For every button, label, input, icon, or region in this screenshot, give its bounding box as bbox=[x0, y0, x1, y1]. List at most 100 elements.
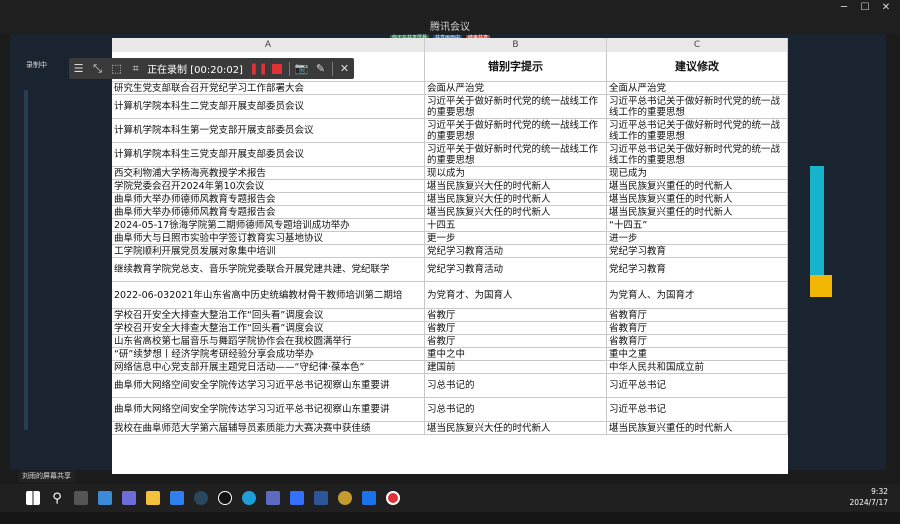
menu-icon[interactable]: ☰ bbox=[69, 58, 88, 79]
cell-typo-hint[interactable]: 习总书记的 bbox=[425, 374, 607, 397]
stop-icon[interactable] bbox=[268, 58, 287, 79]
cell-news-title[interactable]: 网络信息中心党支部开展主题党日活动——“守纪律·葆本色” bbox=[112, 361, 425, 373]
widgets-icon[interactable] bbox=[94, 487, 116, 509]
cell-typo-hint[interactable]: 省教厅 bbox=[425, 309, 607, 321]
region-icon[interactable]: ⬚ bbox=[107, 58, 126, 79]
cell-news-title[interactable]: 计算机学院本科生第一党支部开展支部委员会议 bbox=[112, 119, 425, 142]
cell-typo-hint[interactable]: 堪当民族复兴大任的时代新人 bbox=[425, 180, 607, 192]
pin-app-icon[interactable] bbox=[166, 487, 188, 509]
cell-typo-hint[interactable]: 习近平关于做好新时代党的统一战线工作的重要思想 bbox=[425, 95, 607, 118]
cell-news-title[interactable]: 曲阜师大网络空间安全学院传达学习习近平总书记视察山东重要讲 bbox=[112, 398, 425, 421]
cell-suggestion[interactable]: 重中之重 bbox=[607, 348, 788, 360]
column-c-header[interactable]: C bbox=[607, 38, 788, 52]
cell-suggestion[interactable]: 党纪学习教育 bbox=[607, 258, 788, 281]
cell-typo-hint[interactable]: 省教厅 bbox=[425, 322, 607, 334]
cell-suggestion[interactable]: 为党育人、为国育才 bbox=[607, 282, 788, 308]
cell-news-title[interactable]: 计算机学院本科生二党支部开展支部委员会议 bbox=[112, 95, 425, 118]
table-row: 曲阜师大举办师德师风教育专题报告会 堪当民族复兴大任的时代新人 堪当民族复兴重任的时… bbox=[112, 206, 788, 219]
bottom-strip bbox=[0, 512, 900, 524]
camera-icon[interactable]: 📷 bbox=[292, 58, 311, 79]
cell-typo-hint[interactable]: 现以成为 bbox=[425, 167, 607, 179]
cell-suggestion[interactable]: 习近平总书记 bbox=[607, 374, 788, 397]
tencent-meeting-icon[interactable] bbox=[358, 487, 380, 509]
cell-news-title[interactable]: 曲阜师大网络空间安全学院传达学习习近平总书记视察山东重要讲 bbox=[112, 374, 425, 397]
column-a-header[interactable]: A bbox=[112, 38, 425, 52]
crop-icon[interactable]: ⌗ bbox=[126, 58, 145, 79]
cell-suggestion[interactable]: 习近平总书记关于做好新时代党的统一战线工作的重要思想 bbox=[607, 95, 788, 118]
cell-news-title[interactable]: 西交利物浦大学杨海亮教授学术报告 bbox=[112, 167, 425, 179]
edge-icon[interactable] bbox=[238, 487, 260, 509]
pen-app-icon[interactable] bbox=[334, 487, 356, 509]
cell-typo-hint[interactable]: 会面从严治党 bbox=[425, 82, 607, 94]
cell-suggestion[interactable]: “十四五” bbox=[607, 219, 788, 231]
cell-typo-hint[interactable]: 省教厅 bbox=[425, 335, 607, 347]
cell-news-title[interactable]: 曲阜师大与日照市实验中学签订教育实习基地协议 bbox=[112, 232, 425, 244]
record-app-icon[interactable] bbox=[382, 487, 404, 509]
cell-typo-hint[interactable]: 习近平关于做好新时代党的统一战线工作的重要思想 bbox=[425, 143, 607, 166]
cell-suggestion[interactable]: 习近平总书记关于做好新时代党的统一战线工作的重要思想 bbox=[607, 119, 788, 142]
minimize-icon[interactable]: ─ bbox=[834, 1, 854, 15]
cell-suggestion[interactable]: 习近平总书记 bbox=[607, 398, 788, 421]
cell-news-title[interactable]: 曲阜师大举办师德师风教育专题报告会 bbox=[112, 193, 425, 205]
cell-typo-hint[interactable]: 重中之中 bbox=[425, 348, 607, 360]
cell-suggestion[interactable]: 现已成为 bbox=[607, 167, 788, 179]
file-explorer-icon[interactable] bbox=[142, 487, 164, 509]
task-view-icon[interactable] bbox=[70, 487, 92, 509]
close-recorder-icon[interactable]: ✕ bbox=[335, 58, 354, 79]
cell-news-title[interactable]: 工学院顺利开展党员发展对象集中培训 bbox=[112, 245, 425, 257]
cell-news-title[interactable]: 继续教育学院党总支、音乐学院党委联合开展党建共建、党纪联学 bbox=[112, 258, 425, 281]
cell-suggestion[interactable]: 堪当民族复兴重任的时代新人 bbox=[607, 206, 788, 218]
cell-suggestion[interactable]: 省教育厅 bbox=[607, 322, 788, 334]
cell-suggestion[interactable]: 全面从严治党 bbox=[607, 82, 788, 94]
app-icon[interactable] bbox=[262, 487, 284, 509]
cell-typo-hint[interactable]: 十四五 bbox=[425, 219, 607, 231]
system-clock[interactable]: 9:32 2024/7/17 bbox=[850, 486, 888, 508]
cell-typo-hint[interactable]: 堪当民族复兴大任的时代新人 bbox=[425, 193, 607, 205]
feishu-icon[interactable] bbox=[286, 487, 308, 509]
header-typo[interactable]: 错别字提示 bbox=[425, 52, 607, 81]
header-suggestion[interactable]: 建议修改 bbox=[607, 52, 788, 81]
cell-news-title[interactable]: 山东省高校第七届音乐与舞蹈学院协作会在我校圆满举行 bbox=[112, 335, 425, 347]
shrink-icon[interactable]: ⤡ bbox=[88, 58, 107, 79]
table-row: 计算机学院本科生二党支部开展支部委员会议 习近平关于做好新时代党的统一战线工作的重… bbox=[112, 95, 788, 119]
cell-suggestion[interactable]: 中华人民共和国成立前 bbox=[607, 361, 788, 373]
cell-news-title[interactable]: 2022-06-032021年山东省高中历史统编教材骨干教师培训第二期培 bbox=[112, 282, 425, 308]
cell-news-title[interactable]: 学校召开安全大排查大整治工作“回头看”调度会议 bbox=[112, 322, 425, 334]
cell-typo-hint[interactable]: 习总书记的 bbox=[425, 398, 607, 421]
cell-suggestion[interactable]: 堪当民族复兴重任的时代新人 bbox=[607, 422, 788, 434]
cell-typo-hint[interactable]: 堪当民族复兴大任的时代新人 bbox=[425, 422, 607, 434]
qq-icon[interactable] bbox=[214, 487, 236, 509]
close-icon[interactable]: ✕ bbox=[876, 1, 896, 15]
cell-typo-hint[interactable]: 建国前 bbox=[425, 361, 607, 373]
cell-suggestion[interactable]: 省教育厅 bbox=[607, 309, 788, 321]
cell-typo-hint[interactable]: 党纪学习教育活动 bbox=[425, 245, 607, 257]
cell-suggestion[interactable]: 堪当民族复兴重任的时代新人 bbox=[607, 193, 788, 205]
cell-typo-hint[interactable]: 为党育才、为国育人 bbox=[425, 282, 607, 308]
column-b-header[interactable]: B bbox=[425, 38, 607, 52]
steam-icon[interactable] bbox=[190, 487, 212, 509]
maximize-icon[interactable]: ☐ bbox=[855, 1, 875, 15]
cell-typo-hint[interactable]: 更一步 bbox=[425, 232, 607, 244]
cell-news-title[interactable]: “研”续梦想丨经济学院考研经验分享会成功举办 bbox=[112, 348, 425, 360]
cell-typo-hint[interactable]: 习近平关于做好新时代党的统一战线工作的重要思想 bbox=[425, 119, 607, 142]
cell-suggestion[interactable]: 习近平总书记关于做好新时代党的统一战线工作的重要思想 bbox=[607, 143, 788, 166]
cell-news-title[interactable]: 曲阜师大举办师德师风教育专题报告会 bbox=[112, 206, 425, 218]
windows-start-icon[interactable] bbox=[22, 487, 44, 509]
cell-news-title[interactable]: 计算机学院本科生三党支部开展支部委员会议 bbox=[112, 143, 425, 166]
cell-suggestion[interactable]: 省教育厅 bbox=[607, 335, 788, 347]
cell-suggestion[interactable]: 进一步 bbox=[607, 232, 788, 244]
search-icon[interactable]: ⚲ bbox=[46, 487, 68, 509]
pause-icon[interactable]: ❚❚ bbox=[249, 58, 268, 79]
cell-typo-hint[interactable]: 堪当民族复兴大任的时代新人 bbox=[425, 206, 607, 218]
chat-icon[interactable] bbox=[118, 487, 140, 509]
cell-suggestion[interactable]: 堪当民族复兴重任的时代新人 bbox=[607, 180, 788, 192]
cell-news-title[interactable]: 2024-05-17徐海学院第二期师德师风专题培训成功举办 bbox=[112, 219, 425, 231]
cell-news-title[interactable]: 学校召开安全大排查大整治工作“回头看”调度会议 bbox=[112, 309, 425, 321]
cell-suggestion[interactable]: 党纪学习教育 bbox=[607, 245, 788, 257]
cell-news-title[interactable]: 研究生党支部联合召开党纪学习工作部署大会 bbox=[112, 82, 425, 94]
cell-news-title[interactable]: 我校在曲阜师范大学第六届辅导员素质能力大赛决赛中获佳绩 bbox=[112, 422, 425, 434]
cell-typo-hint[interactable]: 党纪学习教育活动 bbox=[425, 258, 607, 281]
pen-icon[interactable]: ✎ bbox=[311, 58, 330, 79]
cell-news-title[interactable]: 学院党委会召开2024年第10次会议 bbox=[112, 180, 425, 192]
word-icon[interactable] bbox=[310, 487, 332, 509]
